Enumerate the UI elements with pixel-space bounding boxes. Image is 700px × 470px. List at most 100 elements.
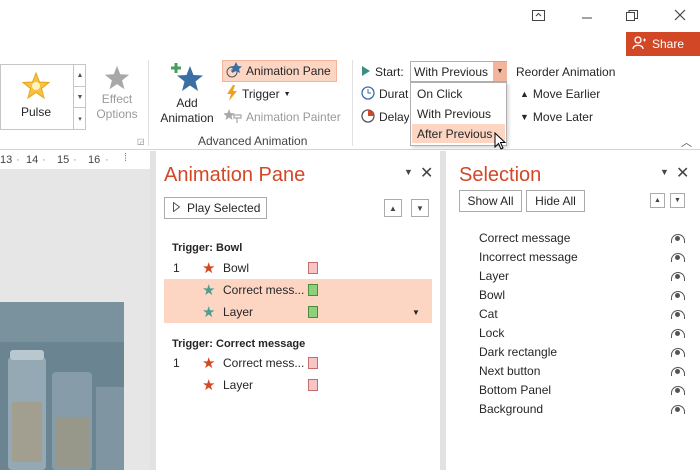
trigger-label: Trigger: [242, 87, 280, 101]
duration-label-group[interactable]: Duration: [361, 84, 409, 104]
trigger-header: Trigger: Bowl: [172, 242, 243, 254]
reorder-animation-label: Reorder Animation: [516, 65, 616, 79]
selection-item-label: Dark rectangle: [479, 344, 558, 359]
animation-gallery: Pulse ▲ ▼ ▾: [0, 64, 86, 130]
selection-item[interactable]: Lock: [479, 323, 685, 342]
bring-forward-button[interactable]: ▲: [650, 193, 665, 208]
collapse-ribbon-icon[interactable]: ︿: [681, 134, 692, 150]
dropdown-option-on-click[interactable]: On Click: [412, 84, 505, 103]
gallery-item-label: Pulse: [20, 105, 52, 119]
selection-item-label: Background: [479, 401, 544, 416]
eye-icon[interactable]: [671, 366, 685, 376]
move-down-button[interactable]: ▼: [411, 199, 429, 217]
send-backward-button[interactable]: ▼: [670, 193, 685, 208]
effect-options-label: Effect Options: [96, 92, 138, 121]
dropdown-option-after-previous[interactable]: After Previous: [412, 124, 505, 143]
eye-icon[interactable]: [671, 404, 685, 414]
clock-icon: [361, 85, 375, 103]
animation-row[interactable]: 1 ★ Bowl: [164, 257, 432, 279]
emphasis-star-icon: ★: [202, 281, 216, 299]
restore-icon[interactable]: [622, 6, 642, 24]
ruler-dot: ·: [16, 154, 20, 166]
animation-index: 1: [173, 356, 180, 370]
move-earlier-button[interactable]: ▲ Move Earlier: [520, 84, 600, 104]
pulse-star-icon: [21, 71, 51, 104]
move-later-button[interactable]: ▼ Move Later: [520, 107, 593, 127]
animation-painter-button[interactable]: Animation Painter: [223, 107, 349, 127]
close-pane-icon[interactable]: ✕: [420, 163, 433, 183]
add-animation-label: Add Animation: [160, 96, 214, 125]
trigger-header: Trigger: Correct message: [172, 338, 306, 350]
animation-pane-title: Animation Pane: [164, 164, 306, 186]
selection-item-label: Incorrect message: [479, 249, 578, 264]
dropdown-option-with-previous[interactable]: With Previous: [412, 104, 505, 123]
animation-pane-button[interactable]: Animation Pane: [222, 60, 337, 82]
add-animation-star-icon: [154, 62, 220, 96]
selection-item-label: Cat: [479, 306, 498, 321]
animation-pane-icon: [226, 61, 242, 81]
eye-icon[interactable]: [671, 328, 685, 338]
selection-item[interactable]: Bowl: [479, 285, 685, 304]
animation-row[interactable]: ★ Layer: [164, 374, 432, 396]
eye-icon[interactable]: [671, 271, 685, 281]
delay-clock-icon: [361, 108, 375, 126]
minimize-icon[interactable]: [577, 6, 597, 24]
delay-label-group[interactable]: Delay:: [361, 107, 409, 127]
selection-item[interactable]: Background: [479, 399, 685, 418]
pane-options-icon[interactable]: ▼: [404, 167, 413, 177]
selection-item[interactable]: Dark rectangle: [479, 342, 685, 361]
gallery-down-icon[interactable]: ▼: [74, 87, 86, 109]
row-dropdown-icon[interactable]: ▼: [412, 308, 420, 317]
eye-icon[interactable]: [671, 252, 685, 262]
trigger-button[interactable]: Trigger ▼: [226, 84, 306, 104]
triangle-down-icon: ▼: [520, 112, 529, 122]
add-animation-button[interactable]: Add Animation: [154, 62, 220, 126]
slide-thumbnail-image[interactable]: [0, 302, 124, 470]
selection-item-label: Next button: [479, 363, 541, 378]
share-button[interactable]: Share: [626, 32, 700, 56]
gallery-scrollbar[interactable]: ▲ ▼ ▾: [73, 65, 86, 129]
selection-item[interactable]: Correct message: [479, 228, 685, 247]
gallery-more-icon[interactable]: ▾: [74, 108, 86, 129]
close-pane-icon[interactable]: ✕: [676, 163, 689, 183]
hide-all-button[interactable]: Hide All: [526, 190, 585, 212]
close-window-icon[interactable]: [670, 6, 690, 24]
animation-name: Bowl: [223, 261, 250, 275]
animation-row-selected[interactable]: ★ Correct mess...: [164, 279, 432, 301]
ribbon-display-options-icon[interactable]: [528, 6, 548, 24]
gallery-up-icon[interactable]: ▲: [74, 65, 86, 87]
selection-item[interactable]: Bottom Panel: [479, 380, 685, 399]
lightning-icon: [226, 84, 238, 104]
ribbon-separator: [352, 60, 353, 146]
eye-icon[interactable]: [671, 309, 685, 319]
move-up-button[interactable]: ▲: [384, 199, 402, 217]
gallery-item-pulse[interactable]: Pulse: [1, 65, 71, 129]
eye-icon[interactable]: [671, 385, 685, 395]
start-dropdown[interactable]: With Previous ▼: [410, 61, 507, 82]
selection-item[interactable]: Layer: [479, 266, 685, 285]
show-all-button[interactable]: Show All: [459, 190, 522, 212]
pane-options-icon[interactable]: ▼: [660, 167, 669, 177]
eye-icon[interactable]: [671, 347, 685, 357]
triangle-up-icon: ▲: [520, 89, 529, 99]
selection-item[interactable]: Incorrect message: [479, 247, 685, 266]
play-selected-label: Play Selected: [187, 201, 261, 215]
eye-icon[interactable]: [671, 290, 685, 300]
advanced-animation-group-label: Advanced Animation: [198, 134, 308, 148]
animation-row[interactable]: 1 ★ Correct mess...: [164, 352, 432, 374]
dropdown-arrow-icon[interactable]: ▼: [493, 62, 507, 81]
play-selected-button[interactable]: Play Selected: [164, 197, 267, 219]
effect-options-button[interactable]: Effect Options: [90, 64, 144, 122]
dialog-launcher-icon[interactable]: ◲: [137, 137, 145, 146]
animation-row-selected[interactable]: ★ Layer ▼: [164, 301, 432, 323]
selection-item[interactable]: Next button: [479, 361, 685, 380]
move-earlier-label: Move Earlier: [532, 87, 601, 101]
ribbon-separator: [148, 60, 149, 146]
delay-label: Delay:: [379, 110, 409, 124]
eye-icon[interactable]: [671, 233, 685, 243]
ruler-marker: ⁞: [124, 152, 128, 164]
selection-item[interactable]: Cat: [479, 304, 685, 323]
start-dropdown-list: On Click With Previous After Previous: [410, 82, 507, 146]
share-label: Share: [652, 37, 685, 51]
ruler-dot: ·: [73, 154, 77, 166]
